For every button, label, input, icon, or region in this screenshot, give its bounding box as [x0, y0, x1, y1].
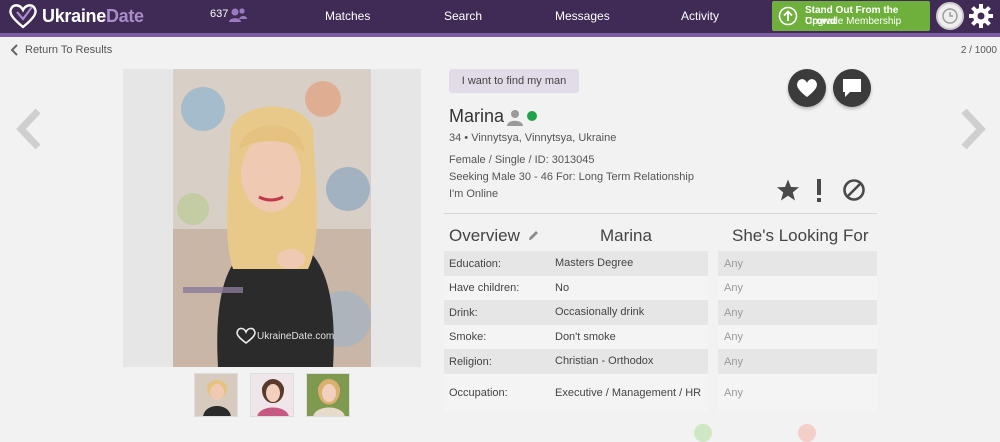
row-label-drink: Drink: [444, 300, 550, 325]
profile-photo-image [173, 69, 371, 367]
nav-messages[interactable]: Messages [555, 9, 610, 23]
send-message-button[interactable] [833, 69, 871, 107]
watermark-text: UkraineDate.com [257, 330, 335, 342]
gear-icon[interactable] [968, 3, 994, 29]
row-want-smoke: Any [718, 325, 877, 349]
result-pager: 2 / 1000 [960, 45, 997, 56]
row-value-religion: Christian - Orthodox [550, 349, 708, 374]
star-icon[interactable] [776, 178, 800, 202]
match-legend-dot [694, 424, 712, 442]
pencil-icon[interactable] [527, 229, 540, 242]
next-profile-arrow-icon[interactable] [958, 108, 988, 150]
photo-watermark: UkraineDate.com [235, 327, 334, 345]
previous-profile-arrow-icon[interactable] [14, 108, 44, 150]
activity-clock-button[interactable] [936, 2, 964, 30]
arrow-up-circle-icon [778, 6, 798, 26]
heart-icon [797, 79, 817, 97]
profile-seeking: Seeking Male 30 - 46 For: Long Term Rela… [449, 171, 694, 183]
profile-column-heading: Marina [600, 226, 652, 245]
upgrade-membership-button[interactable]: Stand Out From the Crowd Upgrade Members… [772, 1, 930, 31]
looking-for-column-heading: She's Looking For [732, 226, 869, 245]
row-label-education: Education: [444, 251, 550, 276]
photo-thumbnail-1[interactable] [194, 373, 238, 417]
row-label-children: Have children: [444, 276, 550, 300]
like-button[interactable] [788, 69, 826, 107]
thumbnail-image [307, 374, 349, 416]
row-value-drink: Occasionally drink [550, 300, 708, 325]
person-icon [507, 110, 523, 126]
return-to-results-link[interactable]: Return To Results [10, 44, 112, 56]
heart-logo-icon [9, 4, 37, 29]
row-value-smoke: Don't smoke [550, 325, 708, 349]
row-label-religion: Religion: [444, 349, 550, 374]
row-want-children: Any [718, 276, 877, 300]
return-label: Return To Results [25, 44, 113, 56]
row-want-education: Any [718, 251, 877, 276]
site-logo[interactable]: UkraineDate [8, 3, 144, 29]
row-label-occupation: Occupation: [444, 374, 550, 412]
profile-location: 34 • Vinnytsya, Vinnytsya, Ukraine [449, 132, 617, 144]
row-want-religion: Any [718, 349, 877, 374]
no-match-legend-dot [798, 424, 816, 442]
block-icon[interactable] [842, 178, 866, 202]
clock-icon [942, 8, 958, 24]
row-want-drink: Any [718, 300, 877, 325]
profile-details: Female / Single / ID: 3013045 [449, 154, 595, 166]
nav-activity[interactable]: Activity [681, 9, 719, 23]
thumbnail-image [195, 374, 237, 416]
thumbnail-image [251, 374, 293, 416]
row-value-children: No [550, 276, 708, 300]
online-status-dot [527, 111, 537, 121]
photo-thumbnail-2[interactable] [250, 373, 294, 417]
online-status-text: I'm Online [449, 188, 499, 200]
photo-thumbnail-3[interactable] [306, 373, 350, 417]
header-accent-stripe [0, 33, 1000, 37]
logo-text: UkraineDate [42, 5, 144, 26]
users-icon[interactable] [229, 7, 247, 23]
relationship-goal-badge: I want to find my man [449, 69, 579, 93]
nav-matches[interactable]: Matches [325, 9, 370, 23]
message-count[interactable]: 637 [210, 8, 228, 20]
upgrade-subline: Upgrade Membership [805, 16, 902, 27]
overview-heading: Overview [449, 226, 520, 245]
row-value-occupation: Executive / Management / HR [550, 374, 708, 412]
row-value-education: Masters Degree [550, 251, 708, 276]
chat-icon [843, 79, 861, 97]
nav-search[interactable]: Search [444, 9, 482, 23]
exclamation-icon[interactable] [812, 178, 826, 204]
main-profile-photo[interactable]: UkraineDate.com [173, 69, 371, 367]
profile-name: Marina [449, 106, 505, 126]
row-want-occupation: Any [718, 374, 877, 412]
row-label-smoke: Smoke: [444, 325, 550, 349]
watermark-heart-icon [236, 327, 256, 345]
chevron-left-icon [10, 44, 18, 56]
section-divider [444, 213, 877, 214]
